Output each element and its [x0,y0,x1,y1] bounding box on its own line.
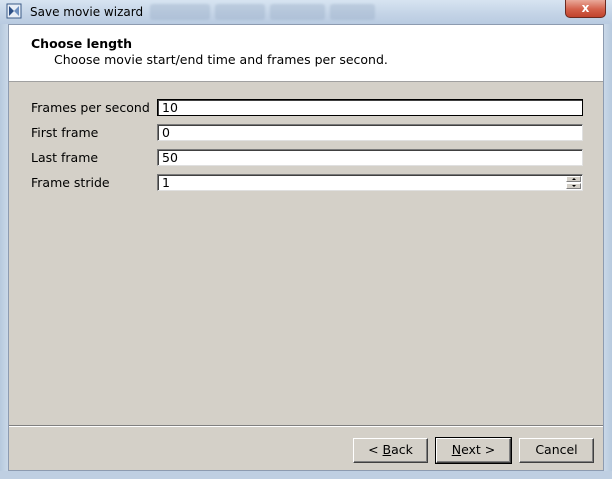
spin-up-button[interactable] [566,176,581,182]
frames-per-second-input[interactable] [160,100,562,115]
background-blur [330,4,375,20]
save-movie-wizard-window: Save movie wizard x Choose length Choose… [0,0,612,479]
frame-stride-label: Frame stride [31,175,110,190]
frames-per-second-label: Frames per second [31,100,150,115]
window-frame-left [0,24,8,479]
spin-down-button[interactable] [566,183,581,189]
app-icon [6,3,22,19]
background-blur [150,4,210,20]
frame-stride-input[interactable] [160,175,562,190]
background-blur [270,4,325,20]
next-button[interactable]: Next > [435,437,512,464]
first-frame-input[interactable] [160,125,562,140]
first-frame-label: First frame [31,125,99,140]
cancel-button[interactable]: Cancel [519,438,594,463]
last-frame-field[interactable] [157,149,583,166]
page-subtitle: Choose movie start/end time and frames p… [54,52,388,67]
background-blur [215,4,265,20]
title-bar[interactable]: Save movie wizard x [0,0,612,25]
spin-up-arrow-icon [572,178,576,180]
last-frame-input[interactable] [160,150,562,165]
last-frame-label: Last frame [31,150,99,165]
window-frame-right [604,24,612,479]
frame-stride-spinbox[interactable] [157,174,583,191]
window-title: Save movie wizard [30,5,144,19]
spin-buttons [566,176,581,189]
window-frame-bottom [0,471,612,479]
back-button[interactable]: < Back [353,438,428,463]
first-frame-field[interactable] [157,124,583,141]
wizard-header: Choose length Choose movie start/end tim… [9,25,603,82]
spin-down-arrow-icon [572,185,576,187]
close-button[interactable]: x [565,0,606,18]
wizard-body: Choose length Choose movie start/end tim… [8,24,604,471]
footer-divider [9,425,603,427]
close-icon: x [581,1,590,15]
page-title: Choose length [31,36,133,51]
frames-per-second-field[interactable] [157,99,583,116]
